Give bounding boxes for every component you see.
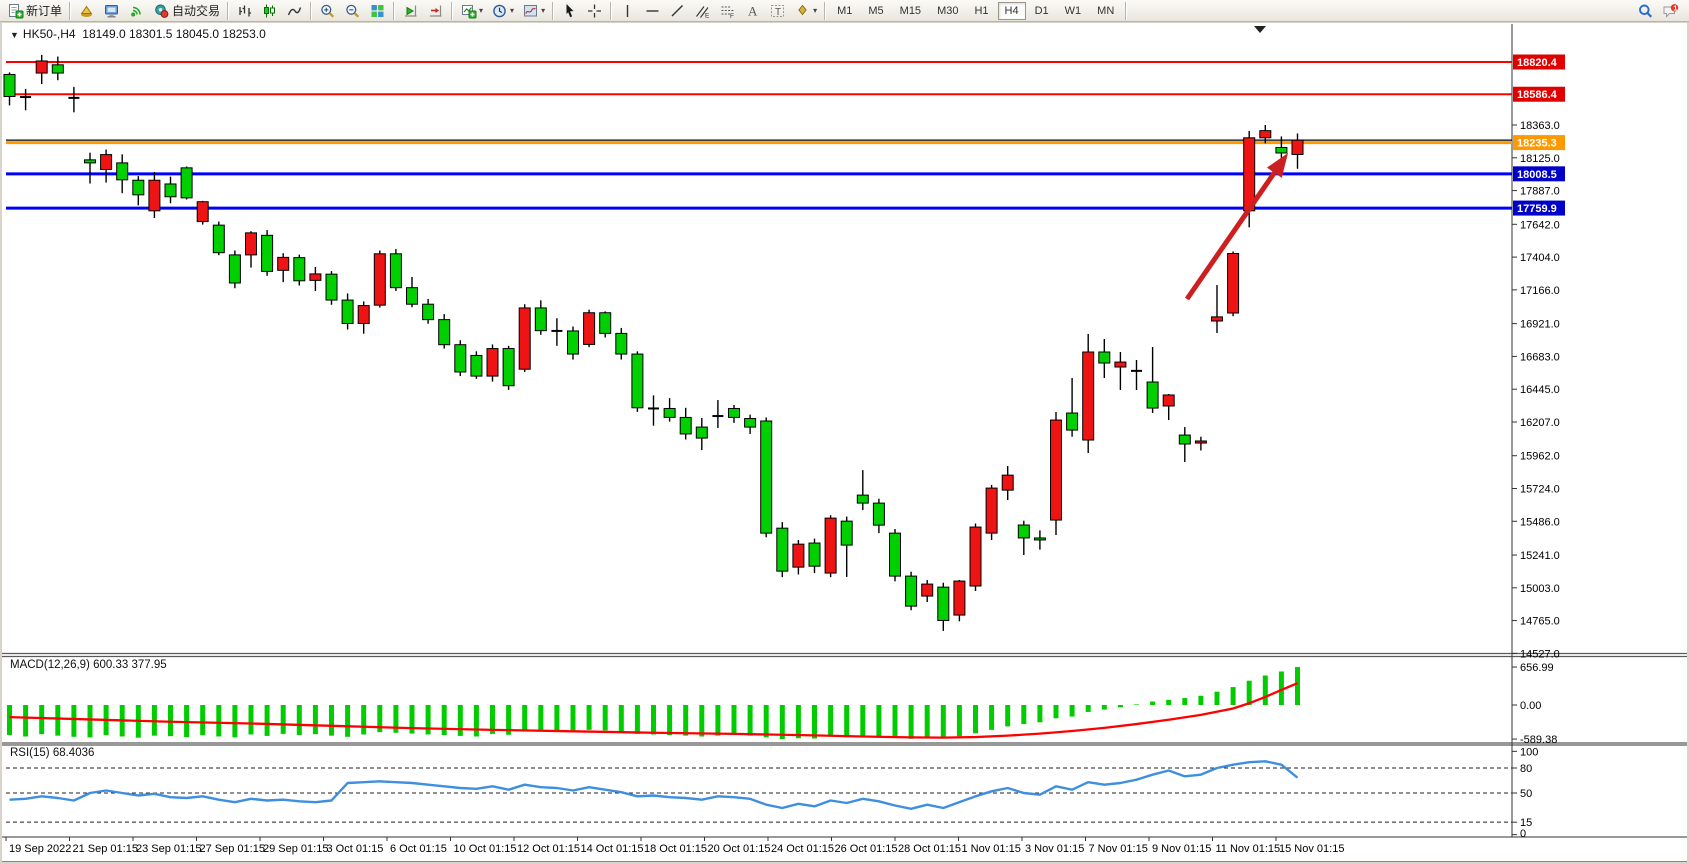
notifications-icon: 1 — [1662, 3, 1679, 19]
toolbar-separator — [451, 2, 453, 20]
signals-button[interactable] — [124, 0, 149, 22]
symbol-period-label: HK50-,H4 — [23, 27, 76, 41]
chart-shift-button[interactable] — [423, 0, 448, 22]
vertical-line-button[interactable] — [615, 0, 640, 22]
new-chart-dropdown-icon[interactable]: ▾ — [479, 6, 483, 15]
new-order-button[interactable]: 新订单 — [3, 0, 66, 22]
periods-button[interactable]: ▾ — [487, 0, 518, 22]
terminal-button[interactable] — [99, 0, 124, 22]
new-chart-icon — [460, 3, 477, 19]
periods-dropdown-icon[interactable]: ▾ — [510, 6, 514, 15]
svg-text:T: T — [775, 7, 781, 18]
timeframe-w1-button[interactable]: W1 — [1058, 2, 1089, 20]
periods-icon — [491, 3, 508, 19]
timeframe-h4-button[interactable]: H4 — [998, 2, 1026, 20]
autotrade-button[interactable]: 自动交易 — [149, 0, 224, 22]
autotrade-icon — [153, 3, 170, 19]
svg-text:F: F — [730, 13, 734, 19]
ohlc-values: 18149.0 18301.5 18045.0 18253.0 — [82, 27, 266, 41]
main-toolbar: 新订单 自动交易 ▾ ▾ ▾ E F A T ▾ M1M5M15M30H1H4D1W1MN 1 — [0, 0, 1689, 22]
charts-gold-button[interactable] — [74, 0, 99, 22]
timeframe-m15-button[interactable]: M15 — [893, 2, 928, 20]
toolbar-separator — [552, 2, 554, 20]
toolbar-separator — [310, 2, 312, 20]
arrows-button[interactable]: ▾ — [790, 0, 821, 22]
rsi-indicator-label: RSI(15) 68.4036 — [10, 747, 94, 759]
timeframe-m5-button[interactable]: M5 — [861, 2, 890, 20]
timeframe-d1-button[interactable]: D1 — [1028, 2, 1056, 20]
bar-chart-button[interactable] — [232, 0, 257, 22]
tile-windows-icon — [369, 3, 386, 19]
text-label-button[interactable]: T — [765, 0, 790, 22]
horizontal-line-icon — [644, 3, 661, 19]
terminal-icon — [103, 3, 120, 19]
crosshair-icon — [586, 3, 603, 19]
zoom-out-icon — [344, 3, 361, 19]
fibonacci-icon: F — [719, 3, 736, 19]
svg-text:E: E — [705, 12, 710, 19]
arrows-icon — [794, 3, 811, 19]
collapse-icon[interactable]: ▼ — [10, 30, 19, 40]
line-chart-button[interactable] — [282, 0, 307, 22]
equidistant-channel-button[interactable]: E — [690, 0, 715, 22]
new-order-label: 新订单 — [26, 2, 62, 19]
toolbar-separator — [824, 2, 826, 20]
fibonacci-button[interactable]: F — [715, 0, 740, 22]
cursor-icon — [561, 3, 578, 19]
trend-line-button[interactable] — [665, 0, 690, 22]
vertical-line-icon — [619, 3, 636, 19]
auto-scroll-icon — [402, 3, 419, 19]
cursor-button[interactable] — [557, 0, 582, 22]
arrows-dropdown-icon[interactable]: ▾ — [813, 6, 817, 15]
text-icon: A — [744, 3, 761, 19]
crosshair-button[interactable] — [582, 0, 607, 22]
macd-indicator-label: MACD(12,26,9) 600.33 377.95 — [10, 659, 167, 671]
new-chart-button[interactable]: ▾ — [456, 0, 487, 22]
autotrade-label: 自动交易 — [172, 2, 220, 19]
candlestick-chart-icon — [261, 3, 278, 19]
auto-scroll-button[interactable] — [398, 0, 423, 22]
chart-shift-icon — [427, 3, 444, 19]
templates-button[interactable]: ▾ — [518, 0, 549, 22]
candlestick-chart-button[interactable] — [257, 0, 282, 22]
bar-chart-icon — [236, 3, 253, 19]
signals-icon — [128, 3, 145, 19]
zoom-in-button[interactable] — [315, 0, 340, 22]
charts-gold-icon — [78, 3, 95, 19]
zoom-in-icon — [319, 3, 336, 19]
svg-text:A: A — [748, 3, 758, 18]
toolbar-separator — [610, 2, 612, 20]
notifications-button[interactable]: 1 — [1658, 0, 1683, 22]
templates-icon — [522, 3, 539, 19]
text-button[interactable]: A — [740, 0, 765, 22]
tile-windows-button[interactable] — [365, 0, 390, 22]
search-button[interactable] — [1633, 0, 1658, 22]
toolbar-separator — [227, 2, 229, 20]
search-icon — [1637, 3, 1654, 19]
text-label-icon: T — [769, 3, 786, 19]
zoom-out-button[interactable] — [340, 0, 365, 22]
toolbar-separator — [393, 2, 395, 20]
line-chart-icon — [286, 3, 303, 19]
chart-window — [2, 23, 1687, 862]
svg-text:1: 1 — [1673, 3, 1677, 12]
toolbar-separator — [1125, 2, 1127, 20]
toolbar-separator — [69, 2, 71, 20]
timeframe-mn-button[interactable]: MN — [1090, 2, 1121, 20]
timeframe-m1-button[interactable]: M1 — [830, 2, 859, 20]
timeframe-h1-button[interactable]: H1 — [967, 2, 995, 20]
trend-line-icon — [669, 3, 686, 19]
new-order-icon — [7, 3, 24, 19]
chart-symbol-title: ▼ HK50-,H4 18149.0 18301.5 18045.0 18253.… — [10, 27, 266, 41]
horizontal-line-button[interactable] — [640, 0, 665, 22]
templates-dropdown-icon[interactable]: ▾ — [541, 6, 545, 15]
timeframe-m30-button[interactable]: M30 — [930, 2, 965, 20]
equidistant-channel-icon: E — [694, 3, 711, 19]
